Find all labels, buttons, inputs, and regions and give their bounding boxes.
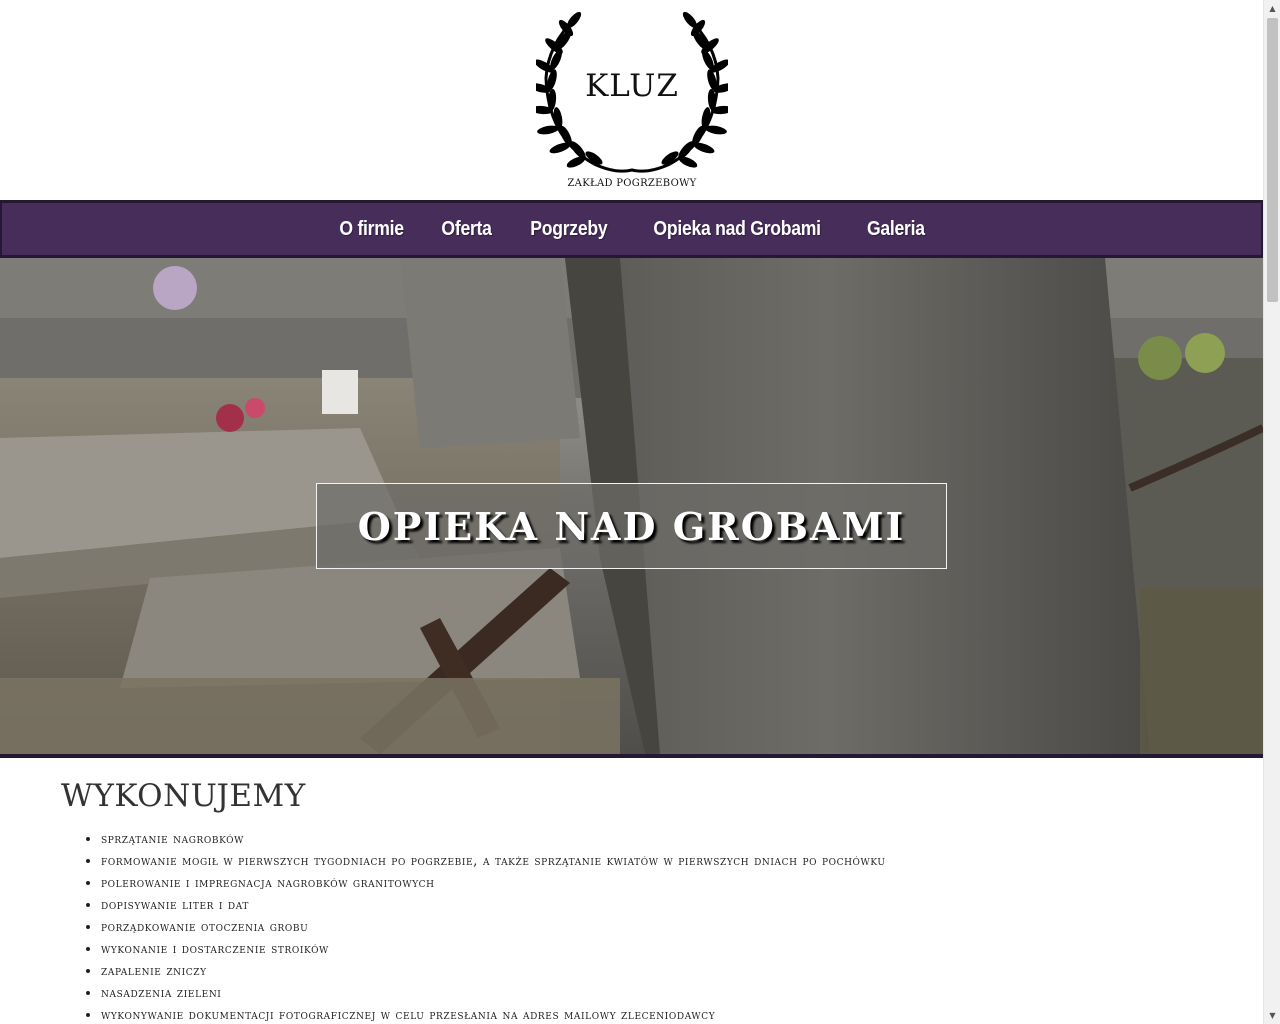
nav-link-oferta[interactable]: Oferta [441, 218, 492, 241]
list-item: nasadzenia zieleni [101, 982, 1211, 1004]
services-list: sprzątanie nagrobków formowanie mogił w … [61, 828, 1211, 1024]
logo-subtitle: ZAKŁAD POGRZEBOWY [567, 178, 697, 189]
list-item: porządkowanie otoczenia grobu [101, 916, 1211, 938]
vertical-scrollbar[interactable]: ▲ ▼ [1263, 0, 1280, 1024]
hero-title: OPIEKA NAD GROBAMI [357, 503, 906, 549]
list-item: formowanie mogił w pierwszych tygodniach… [101, 850, 1211, 872]
list-item: sprzątanie nagrobków [101, 828, 1211, 850]
nav-link-opieka-nad-grobami[interactable]: Opieka nad Grobami [654, 218, 822, 241]
list-item: wykonywanie dokumentacji fotograficznej … [101, 1004, 1211, 1024]
list-item: dopisywanie liter i dat [101, 894, 1211, 916]
list-item: polerowanie i impregnacja nagrobków gran… [101, 872, 1211, 894]
hero-bottom-border [0, 754, 1263, 758]
nav-item-galeria: Galeria [863, 218, 929, 241]
nav-item-oferta: Oferta [438, 218, 495, 241]
hero-image: OPIEKA NAD GROBAMI [0, 258, 1263, 754]
main-content: WYKONUJEMY sprzątanie nagrobków formowan… [61, 770, 1211, 1024]
header: KLUZ ZAKŁAD POGRZEBOWY [0, 0, 1263, 200]
nav-link-galeria[interactable]: Galeria [867, 218, 925, 241]
nav-link-pogrzeby[interactable]: Pogrzeby [530, 218, 607, 241]
page: KLUZ ZAKŁAD POGRZEBOWY O firmie Oferta P… [0, 0, 1263, 1024]
nav-item-opieka: Opieka nad Grobami [642, 218, 832, 241]
logo[interactable]: KLUZ ZAKŁAD POGRZEBOWY [536, 8, 728, 192]
logo-title: KLUZ [585, 68, 679, 104]
hero-title-box: OPIEKA NAD GROBAMI [316, 483, 947, 569]
scrollbar-thumb[interactable] [1267, 18, 1278, 302]
list-item: zapalenie zniczy [101, 960, 1211, 982]
nav-item-o-firmie: O firmie [335, 218, 408, 241]
scroll-down-arrow-icon[interactable]: ▼ [1264, 1007, 1280, 1024]
nav-link-o-firmie[interactable]: O firmie [339, 218, 404, 241]
scroll-up-arrow-icon[interactable]: ▲ [1264, 0, 1280, 17]
main-nav: O firmie Oferta Pogrzeby Opieka nad Grob… [0, 200, 1263, 258]
list-item: wykonanie i dostarczenie stroików [101, 938, 1211, 960]
section-title: WYKONUJEMY [61, 778, 306, 814]
nav-list: O firmie Oferta Pogrzeby Opieka nad Grob… [2, 203, 1261, 255]
nav-item-pogrzeby: Pogrzeby [525, 218, 613, 241]
